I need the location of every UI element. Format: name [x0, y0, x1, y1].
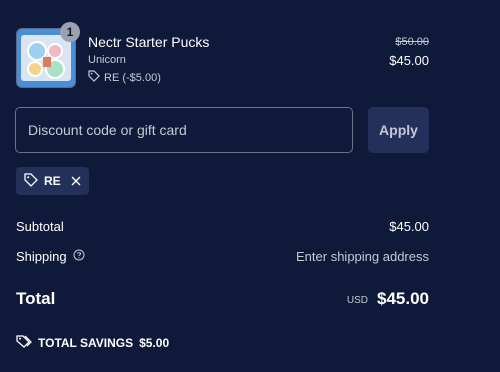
question-circle-icon[interactable]	[73, 249, 85, 264]
original-price: $50.00	[395, 36, 429, 48]
total-value: $45.00	[377, 289, 429, 308]
tags-icon	[16, 334, 32, 351]
applied-discount-chip: RE	[16, 167, 89, 195]
product-name: Nectr Starter Pucks	[88, 34, 210, 50]
tag-icon	[24, 172, 38, 190]
line-discount: RE (-$5.00)	[88, 70, 161, 85]
quantity-badge: 1	[60, 22, 80, 42]
shipping-label-group: Shipping	[16, 249, 85, 264]
shipping-value: Enter shipping address	[296, 249, 429, 264]
discount-code-input[interactable]	[15, 107, 353, 153]
product-variant: Unicorn	[88, 54, 126, 66]
total-label: Total	[16, 289, 56, 308]
line-discount-label: RE (-$5.00)	[104, 71, 161, 84]
close-icon[interactable]	[71, 176, 81, 186]
subtotal-value: $45.00	[389, 219, 429, 234]
subtotal-label: Subtotal	[16, 219, 64, 234]
apply-button[interactable]: Apply	[368, 107, 429, 153]
shipping-label: Shipping	[16, 249, 67, 264]
tag-icon	[88, 70, 100, 85]
savings-value: $5.00	[139, 335, 170, 350]
total-savings: TOTAL SAVINGS $5.00	[16, 334, 169, 351]
applied-discount-code: RE	[44, 174, 61, 188]
savings-label: TOTAL SAVINGS	[38, 335, 134, 350]
item-price: $45.00	[389, 53, 429, 68]
currency-code: USD	[346, 295, 368, 306]
